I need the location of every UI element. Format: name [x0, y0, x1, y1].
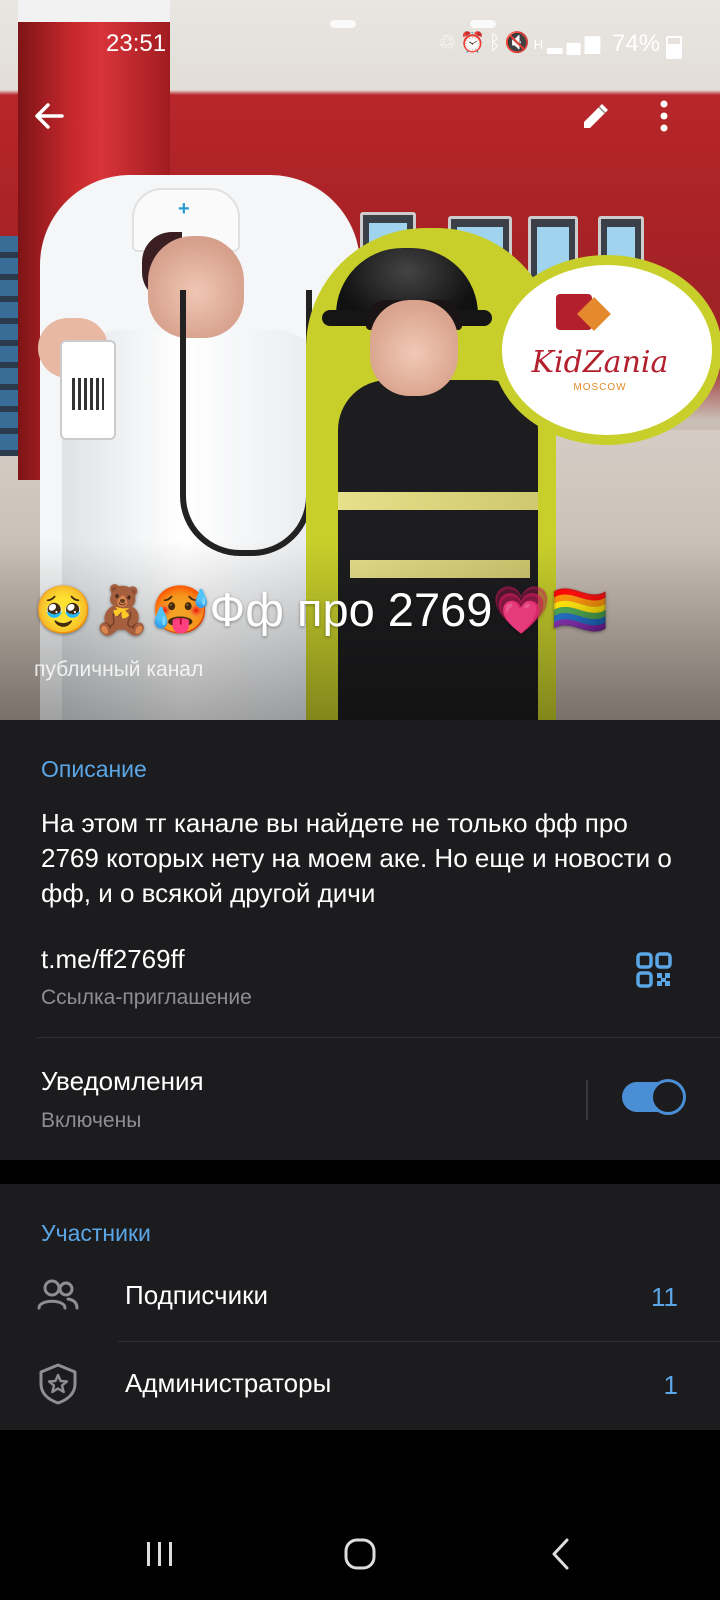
status-icons: ♲⏰ᛒ🔇H▂▄▆ [438, 30, 604, 55]
home-button[interactable] [338, 1532, 382, 1576]
bluetooth-icon: ᛒ [488, 32, 505, 54]
invite-link-caption: Ссылка-приглашение [41, 986, 252, 1009]
subscribers-label: Подписчики [125, 1280, 269, 1310]
mute-icon: 🔇 [504, 32, 534, 54]
recent-apps-button[interactable] [138, 1532, 182, 1576]
members-label: Участники [41, 1220, 151, 1246]
recycle-icon: ♲ [438, 32, 460, 54]
notifications-toggle[interactable] [622, 1079, 686, 1115]
signal-icon: ▂▄▆ [547, 32, 605, 54]
status-time: 23:51 [106, 30, 167, 57]
shield-star-icon [36, 1362, 80, 1406]
back-arrow-icon [35, 103, 64, 129]
alarm-icon: ⏰ [459, 32, 489, 54]
vertical-separator [586, 1080, 588, 1120]
kidzania-logo-mark [556, 294, 592, 330]
notifications-row[interactable] [0, 1040, 720, 1160]
subscribers-count: 11 [651, 1282, 678, 1312]
battery-percent: 74% [612, 30, 661, 57]
home-icon [344, 1538, 376, 1570]
divider [36, 1037, 720, 1038]
invite-link[interactable]: t.me/ff2769ff [41, 944, 185, 975]
people-icon [36, 1274, 80, 1318]
phone-card [60, 340, 116, 440]
recents-icon [147, 1542, 172, 1566]
administrators-label: Администраторы [125, 1368, 332, 1398]
system-back-button[interactable] [540, 1532, 584, 1576]
more-options-button[interactable] [656, 96, 696, 136]
qr-code-button[interactable] [634, 950, 674, 990]
channel-title: 🥹🧸🥵Фф про 2769💗🏳️‍🌈 [34, 583, 610, 636]
channel-description: На этом тг канале вы найдете не только ф… [41, 808, 672, 908]
toggle-knob [650, 1079, 686, 1115]
subscribers-row[interactable] [0, 1254, 720, 1342]
administrators-count: 1 [663, 1370, 678, 1400]
battery-icon [666, 36, 682, 59]
back-button[interactable] [30, 96, 70, 136]
pencil-icon [584, 104, 608, 128]
suit-stripe [338, 492, 538, 510]
notifications-state: Включены [41, 1109, 142, 1132]
kidzania-logo-text: KidZania [531, 345, 669, 380]
stethoscope [180, 290, 312, 556]
administrators-row[interactable] [0, 1342, 720, 1430]
chevron-left-icon [552, 1538, 569, 1570]
status-bar: 23:51 ♲⏰ᛒ🔇H▂▄▆ 74% [0, 0, 720, 88]
more-vertical-icon [660, 100, 668, 132]
network-h-icon: H [533, 37, 548, 52]
notifications-label: Уведомления [41, 1066, 204, 1096]
kidzania-logo-sub: MOSCOW [573, 382, 627, 393]
description-label: Описание [41, 756, 147, 782]
channel-type: публичный канал [34, 658, 204, 681]
qr-code-icon [636, 952, 672, 988]
edit-button[interactable] [576, 96, 616, 136]
face [370, 300, 458, 396]
